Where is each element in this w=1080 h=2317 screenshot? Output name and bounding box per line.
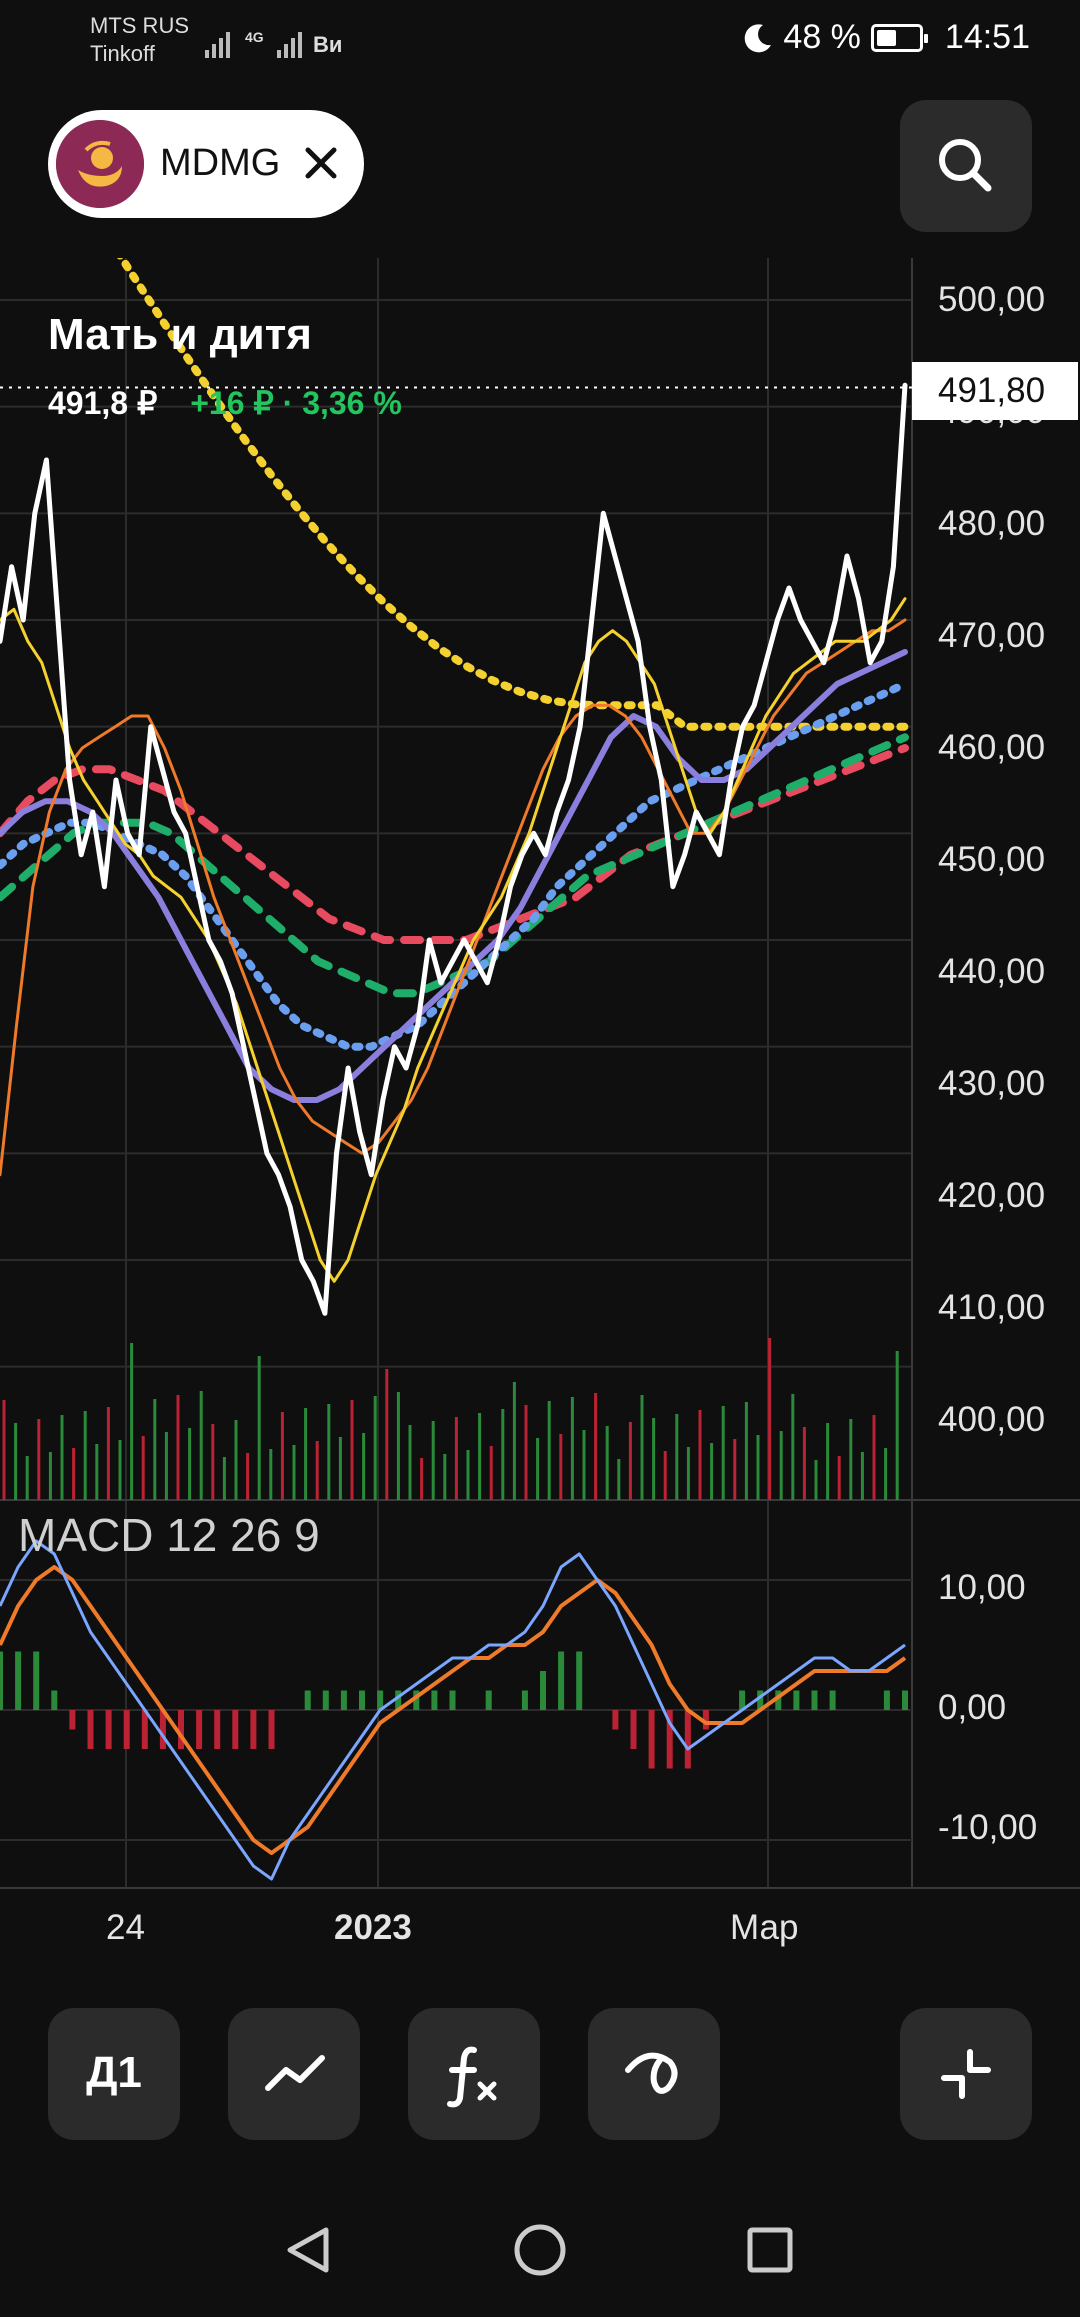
recents-icon[interactable]	[747, 2227, 793, 2273]
ticker-chip[interactable]: MDMG	[48, 110, 364, 218]
time-axis-label: Мар	[730, 1908, 799, 1947]
home-icon[interactable]	[514, 2224, 566, 2276]
macd-axis-label: -10,00	[938, 1808, 1038, 1847]
clock: 14:51	[944, 18, 1030, 56]
current-price: 491,8 ₽	[48, 385, 158, 421]
signal-icon: 4G Ви	[205, 29, 342, 58]
battery-icon	[870, 23, 928, 52]
ma-purple	[0, 649, 908, 1103]
carrier-info: MTS RUS Tinkoff	[90, 12, 189, 68]
system-nav-bar	[0, 2200, 1080, 2312]
close-icon[interactable]	[296, 138, 346, 188]
price-axis-label: 430,00	[938, 1064, 1046, 1103]
ticker-symbol: MDMG	[160, 142, 281, 184]
price-summary: 491,8 ₽ +16 ₽ · 3,36 %	[48, 384, 402, 422]
mother-child-icon	[56, 120, 144, 208]
line-chart-icon	[265, 2055, 325, 2091]
search-button[interactable]	[900, 100, 1032, 232]
drawing-button[interactable]	[588, 2008, 720, 2140]
price-line	[0, 382, 908, 1316]
carrier-1: MTS RUS	[90, 13, 189, 38]
network-type: 4G	[245, 29, 264, 45]
price-axis-label: 480,00	[938, 504, 1046, 543]
macd-label[interactable]: MACD 12 26 9	[18, 1508, 320, 1562]
price-axis-label: 400,00	[938, 1400, 1046, 1439]
time-axis-label: 2023	[334, 1908, 412, 1947]
price-change: +16 ₽ · 3,36 %	[190, 385, 402, 421]
back-icon[interactable]	[287, 2227, 329, 2273]
price-chart[interactable]	[0, 258, 1080, 1918]
price-axis-label: 440,00	[938, 952, 1046, 991]
chart-toolbar: Д1	[0, 2008, 1080, 2140]
fx-icon	[447, 2046, 497, 2108]
price-axis-label: 500,00	[938, 280, 1046, 319]
battery-percent: 48 %	[783, 18, 861, 56]
price-axis-label: 450,00	[938, 840, 1046, 879]
current-price-tag: 491,80	[912, 362, 1078, 420]
price-axis-label: 460,00	[938, 728, 1046, 767]
collapse-button[interactable]	[900, 2008, 1032, 2140]
search-icon	[939, 139, 992, 192]
period-label: Д1	[86, 2048, 142, 2097]
chart-type-button[interactable]	[228, 2008, 360, 2140]
drawing-tool-icon	[625, 2052, 678, 2094]
ema-orange	[0, 618, 907, 1177]
collapse-icon	[941, 2049, 991, 2099]
time-axis-label: 24	[106, 1908, 145, 1947]
status-bar: MTS RUS Tinkoff 4G Ви 48 % 14:51	[0, 0, 1080, 80]
instrument-name: Мать и дитя	[48, 310, 312, 359]
carrier-2: Tinkoff	[90, 41, 155, 66]
period-button[interactable]: Д1	[48, 2008, 180, 2140]
indicators-button[interactable]	[408, 2008, 540, 2140]
macd-axis-label: 0,00	[938, 1688, 1007, 1727]
price-axis-label: 420,00	[938, 1176, 1046, 1215]
moon-icon	[745, 23, 772, 52]
macd-axis-label: 10,00	[938, 1568, 1026, 1607]
price-axis-label: 470,00	[938, 616, 1046, 655]
status-right: 48 % 14:51	[743, 18, 1030, 57]
extra-indicator: Ви	[313, 32, 342, 57]
price-axis-label: 410,00	[938, 1288, 1046, 1327]
